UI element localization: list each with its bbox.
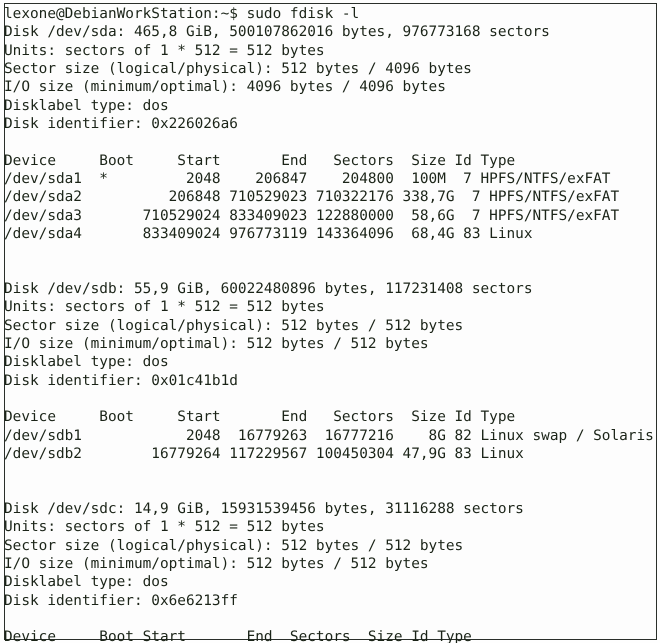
terminal-output-line: Disk identifier: 0x01c41b1d <box>4 372 238 389</box>
terminal-output-line: I/O size (minimum/optimal): 512 bytes / … <box>4 335 429 352</box>
terminal-output-line: I/O size (minimum/optimal): 512 bytes / … <box>4 555 429 572</box>
partition-table-header-row: Device Boot Start End Sectors Size Id Ty… <box>4 629 472 643</box>
terminal-output-line: Disklabel type: dos <box>4 354 169 371</box>
terminal-output-line: Disklabel type: dos <box>4 97 169 114</box>
partition-table-header-row: Device Boot Start End Sectors Size Id Ty… <box>4 152 516 169</box>
partition-table-row: /dev/sda4 833409024 976773119 143364096 … <box>4 225 533 242</box>
terminal-output-line: I/O size (minimum/optimal): 4096 bytes /… <box>4 79 446 96</box>
partition-table-row: /dev/sda2 206848 710529023 710322176 338… <box>4 189 620 206</box>
terminal-output-line: Disk identifier: 0x6e6213ff <box>4 592 238 609</box>
terminal-window[interactable]: lexone@DebianWorkStation:~$ sudo fdisk -… <box>0 0 660 643</box>
partition-table-row: /dev/sdb2 16779264 117229567 100450304 4… <box>4 445 524 462</box>
terminal-prompt-line: lexone@DebianWorkStation:~$ sudo fdisk -… <box>4 6 360 22</box>
partition-table-row: /dev/sdb1 2048 16779263 16777216 8G 82 L… <box>4 427 654 444</box>
terminal-output-line: Units: sectors of 1 * 512 = 512 bytes <box>4 42 325 59</box>
terminal-output-line: Sector size (logical/physical): 512 byte… <box>4 537 464 554</box>
terminal-output-line: Sector size (logical/physical): 512 byte… <box>4 317 464 334</box>
terminal-output-line: Disk identifier: 0x226026a6 <box>4 115 238 132</box>
terminal-output-line: Disklabel type: dos <box>4 574 169 591</box>
disk-summary-line: Disk /dev/sdc: 14,9 GiB, 15931539456 byt… <box>4 500 524 517</box>
terminal-output-line: Units: sectors of 1 * 512 = 512 bytes <box>4 519 325 536</box>
partition-table-row: /dev/sda1 * 2048 206847 204800 100M 7 HP… <box>4 170 611 187</box>
terminal-output-line: Units: sectors of 1 * 512 = 512 bytes <box>4 299 325 316</box>
partition-table-row: /dev/sda3 710529024 833409023 122880000 … <box>4 207 620 224</box>
disk-summary-line: Disk /dev/sda: 465,8 GiB, 500107862016 b… <box>4 24 550 41</box>
partition-table-header-row: Device Boot Start End Sectors Size Id Ty… <box>4 409 516 426</box>
terminal-output-area[interactable]: lexone@DebianWorkStation:~$ sudo fdisk -… <box>4 5 658 643</box>
disk-summary-line: Disk /dev/sdb: 55,9 GiB, 60022480896 byt… <box>4 280 533 297</box>
terminal-output-line: Sector size (logical/physical): 512 byte… <box>4 60 472 77</box>
